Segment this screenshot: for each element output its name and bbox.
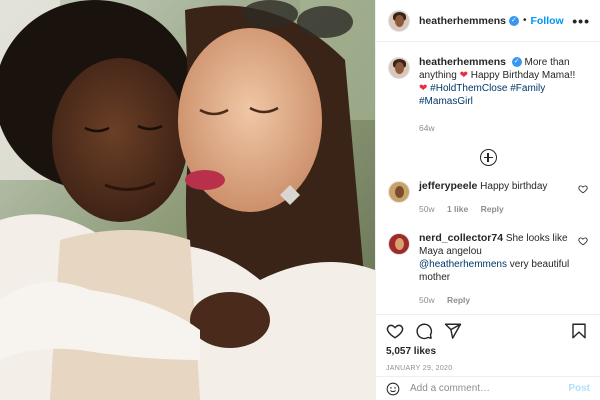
post-side-panel: heatherhemmens ✓ • Follow ••• heatherhem… xyxy=(375,0,600,400)
post-photo-art xyxy=(0,0,375,400)
comments-section: heatherhemmens ✓ More than anything ❤ Ha… xyxy=(376,42,600,314)
add-comment-bar: Post xyxy=(376,376,600,400)
comment-text: Happy birthday xyxy=(480,181,548,192)
header-separator: • xyxy=(522,15,527,26)
comment-input[interactable] xyxy=(410,383,569,394)
comment-age[interactable]: 50w xyxy=(419,295,435,305)
mention-link[interactable]: @heatherhemmens xyxy=(419,259,507,270)
reply-button[interactable]: Reply xyxy=(447,295,470,305)
likes-count[interactable]: 5,057 likes xyxy=(386,346,588,357)
caption-username[interactable]: heatherhemmens xyxy=(419,56,506,68)
hashtag-link[interactable]: #HoldThemClose xyxy=(430,83,507,94)
post-actions: 5,057 likes JANUARY 29, 2020 xyxy=(376,314,600,372)
post-header: heatherhemmens ✓ • Follow ••• xyxy=(376,0,600,42)
comment-item: nerd_collector74 She looks like Maya ang… xyxy=(388,232,588,307)
verified-badge-icon: ✓ xyxy=(511,57,522,68)
author-avatar[interactable] xyxy=(388,9,410,32)
bookmark-icon[interactable] xyxy=(570,322,588,340)
hashtag-link[interactable]: #Family xyxy=(510,83,545,94)
hashtag-link[interactable]: #MamasGirl xyxy=(419,96,473,107)
caption: heatherhemmens ✓ More than anything ❤ Ha… xyxy=(388,56,588,135)
load-more-comments[interactable] xyxy=(388,149,588,166)
post-comment-button[interactable]: Post xyxy=(568,383,590,394)
instagram-post: heatherhemmens ✓ • Follow ••• heatherhem… xyxy=(0,0,600,400)
post-date[interactable]: JANUARY 29, 2020 xyxy=(386,365,588,372)
comment-username[interactable]: jefferypeele xyxy=(419,180,477,192)
heart-icon[interactable] xyxy=(578,236,588,246)
caption-text-2: Happy Birthday Mama!! xyxy=(470,70,576,81)
comment-age[interactable]: 50w xyxy=(419,204,435,214)
comment-likes-count[interactable]: 1 like xyxy=(447,204,468,214)
verified-badge-icon: ✓ xyxy=(508,15,519,26)
author-username[interactable]: heatherhemmens xyxy=(419,15,506,27)
load-more-icon[interactable] xyxy=(479,149,497,166)
comment-item: jefferypeele Happy birthday 50w 1 like R… xyxy=(388,180,588,216)
more-options-button[interactable]: ••• xyxy=(572,13,590,29)
follow-button[interactable]: Follow xyxy=(530,15,563,27)
heart-emoji-icon: ❤ xyxy=(459,70,468,81)
action-bar xyxy=(386,318,588,344)
caption-age[interactable]: 64w xyxy=(419,123,435,133)
reply-button[interactable]: Reply xyxy=(481,204,504,214)
commenter-avatar[interactable] xyxy=(388,233,410,255)
post-photo[interactable] xyxy=(0,0,375,400)
heart-icon[interactable] xyxy=(386,322,404,340)
heart-emoji-icon: ❤ xyxy=(419,83,428,94)
share-icon[interactable] xyxy=(444,322,462,340)
heart-icon[interactable] xyxy=(578,184,588,194)
comment-username[interactable]: nerd_collector74 xyxy=(419,232,503,244)
caption-avatar[interactable] xyxy=(388,57,410,79)
comment-icon[interactable] xyxy=(415,322,433,340)
emoji-icon[interactable] xyxy=(386,382,400,396)
commenter-avatar[interactable] xyxy=(388,181,410,203)
